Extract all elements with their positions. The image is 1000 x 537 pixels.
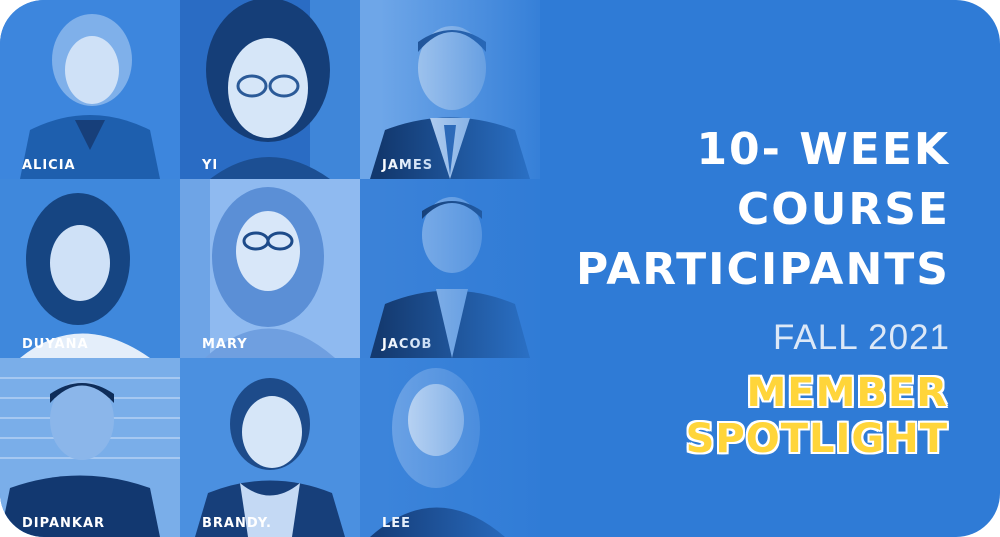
course-title: 10- WEEK COURSE PARTICIPANTS	[520, 120, 950, 300]
participant-name: YI	[202, 158, 219, 173]
course-title-line-2: PARTICIPANTS	[575, 244, 950, 295]
portrait-image	[0, 358, 180, 537]
participant-photo-yi: YI	[180, 0, 360, 179]
participant-photo-dipankar: DIPANKAR	[0, 358, 180, 537]
course-title-line-1: 10- WEEK COURSE	[696, 124, 950, 235]
participant-name: DIPANKAR	[22, 516, 106, 531]
portrait-image	[0, 179, 180, 358]
portrait-image	[360, 0, 540, 179]
member-spotlight-heading: MEMBER SPOTLIGHT	[685, 370, 948, 462]
participant-name: BRANDY.	[202, 516, 272, 531]
participant-photo-grid: ALICIA YI JAMES DUYANA MARY JACOB DIPANK…	[0, 0, 540, 537]
season-label: FALL 2021	[772, 318, 950, 357]
participant-photo-mary: MARY	[180, 179, 360, 358]
participant-photo-alicia: ALICIA	[0, 0, 180, 179]
participant-photo-duyana: DUYANA	[0, 179, 180, 358]
portrait-image	[0, 0, 180, 179]
participant-name: JACOB	[382, 337, 433, 352]
participant-photo-jacob: JACOB	[360, 179, 540, 358]
participant-name: MARY	[202, 337, 248, 352]
portrait-image	[180, 358, 360, 537]
participant-photo-james: JAMES	[360, 0, 540, 179]
participant-name: ALICIA	[22, 158, 76, 173]
participant-photo-brandy: BRANDY.	[180, 358, 360, 537]
participant-name: LEE	[382, 516, 412, 531]
member-spotlight-banner: ALICIA YI JAMES DUYANA MARY JACOB DIPANK…	[0, 0, 1000, 537]
participant-name: JAMES	[382, 158, 434, 173]
portrait-image	[180, 0, 360, 179]
portrait-image	[180, 179, 360, 358]
portrait-image	[360, 179, 540, 358]
participant-name: DUYANA	[22, 337, 89, 352]
